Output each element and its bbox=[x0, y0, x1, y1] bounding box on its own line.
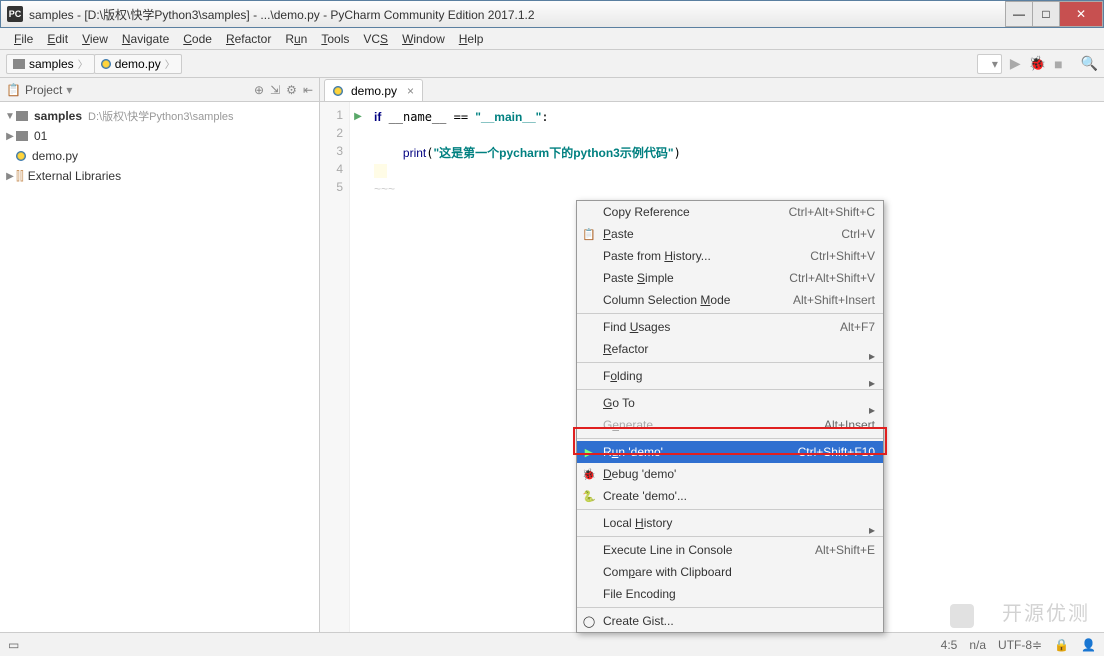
breadcrumb-folder[interactable]: samples bbox=[6, 54, 95, 74]
menu-navigate[interactable]: Navigate bbox=[116, 30, 175, 48]
python-icon: 🐍 bbox=[582, 490, 596, 503]
status-bar: ▭ 4:5 n/a UTF-8≑ 🔒 👤 bbox=[0, 632, 1104, 656]
tree-root-path: D:\版权\快学Python3\samples bbox=[88, 108, 234, 124]
ctx-generate: Generate...Alt+Insert bbox=[577, 414, 883, 436]
ctx-execute-line[interactable]: Execute Line in ConsoleAlt+Shift+E bbox=[577, 539, 883, 561]
main-menubar: File Edit View Navigate Code Refactor Ru… bbox=[0, 28, 1104, 50]
gutter-run-icon[interactable]: ▶ bbox=[350, 108, 366, 126]
stop-button-icon[interactable]: ■ bbox=[1054, 56, 1062, 72]
menu-vcs[interactable]: VCS bbox=[357, 30, 394, 48]
debug-icon: 🐞 bbox=[582, 468, 596, 481]
project-panel-header: 📋 Project ▾ ⊕ ⇲ ⚙ ⇤ bbox=[0, 78, 319, 102]
folder-icon bbox=[13, 59, 25, 69]
status-lock-icon[interactable]: 🔒 bbox=[1054, 638, 1069, 652]
hide-icon[interactable]: ⇤ bbox=[303, 83, 313, 97]
ctx-refactor[interactable]: Refactor bbox=[577, 338, 883, 360]
python-file-icon bbox=[101, 59, 111, 69]
tree-root[interactable]: ▼ samples D:\版权\快学Python3\samples bbox=[0, 106, 319, 126]
menu-file[interactable]: File bbox=[8, 30, 39, 48]
ctx-column-selection[interactable]: Column Selection ModeAlt+Shift+Insert bbox=[577, 289, 883, 311]
expand-icon[interactable]: ▶ bbox=[4, 131, 16, 142]
search-icon[interactable]: 🔍 bbox=[1081, 55, 1098, 72]
menu-code[interactable]: Code bbox=[177, 30, 218, 48]
tab-label: demo.py bbox=[351, 84, 397, 98]
settings-icon[interactable]: ⚙ bbox=[286, 83, 297, 97]
tree-folder-01[interactable]: ▶ 01 bbox=[0, 126, 319, 146]
run-icon: ▶ bbox=[582, 446, 596, 459]
run-button-icon[interactable]: ▶ bbox=[1010, 55, 1021, 72]
folder-icon bbox=[16, 131, 28, 141]
tree-ext-lib-label: External Libraries bbox=[28, 169, 121, 183]
window-titlebar: PC samples - [D:\版权\快学Python3\samples] -… bbox=[0, 0, 1104, 28]
run-gutter: ▶ bbox=[350, 102, 366, 652]
library-icon: ⫿⫿ bbox=[16, 169, 24, 184]
python-file-icon bbox=[16, 151, 26, 161]
line-number-gutter: 12345 bbox=[320, 102, 350, 652]
status-left-icon[interactable]: ▭ bbox=[8, 638, 19, 652]
project-tree[interactable]: ▼ samples D:\版权\快学Python3\samples ▶ 01 d… bbox=[0, 102, 319, 190]
breadcrumb-folder-label: samples bbox=[29, 57, 74, 71]
navigation-toolbar: samples demo.py ▶ 🐞 ■ 🔍 bbox=[0, 50, 1104, 78]
ctx-folding[interactable]: Folding bbox=[577, 365, 883, 387]
folder-icon bbox=[16, 111, 28, 121]
project-tool-window: 📋 Project ▾ ⊕ ⇲ ⚙ ⇤ ▼ samples D:\版权\快学Py… bbox=[0, 78, 320, 652]
menu-view[interactable]: View bbox=[76, 30, 114, 48]
github-icon: ◯ bbox=[582, 615, 596, 628]
tree-external-libraries[interactable]: ▶ ⫿⫿ External Libraries bbox=[0, 166, 319, 186]
ctx-goto[interactable]: Go To bbox=[577, 392, 883, 414]
window-maximize-button[interactable]: □ bbox=[1032, 1, 1060, 27]
python-file-icon bbox=[333, 86, 343, 96]
window-minimize-button[interactable]: — bbox=[1005, 1, 1033, 27]
dropdown-icon[interactable]: ▾ bbox=[66, 83, 72, 97]
window-title: samples - [D:\版权\快学Python3\samples] - ..… bbox=[29, 6, 1006, 23]
tree-folder-label: 01 bbox=[34, 129, 47, 143]
tree-root-name: samples bbox=[34, 109, 82, 123]
breadcrumb-file-label: demo.py bbox=[115, 57, 161, 71]
editor-tab-demo[interactable]: demo.py × bbox=[324, 79, 423, 101]
paste-icon: 📋 bbox=[582, 228, 596, 241]
run-config-dropdown[interactable] bbox=[977, 54, 1002, 74]
breadcrumb-file[interactable]: demo.py bbox=[94, 54, 182, 74]
status-cursor-position[interactable]: 4:5 bbox=[941, 638, 958, 652]
ctx-compare-clipboard[interactable]: Compare with Clipboard bbox=[577, 561, 883, 583]
ctx-create-gist[interactable]: ◯Create Gist... bbox=[577, 610, 883, 632]
tree-file-label: demo.py bbox=[32, 149, 78, 163]
menu-refactor[interactable]: Refactor bbox=[220, 30, 277, 48]
collapse-icon[interactable]: ⊕ bbox=[254, 83, 264, 97]
menu-edit[interactable]: Edit bbox=[41, 30, 74, 48]
close-tab-icon[interactable]: × bbox=[407, 84, 414, 98]
expand-icon[interactable]: ▶ bbox=[4, 171, 16, 182]
ctx-paste-history[interactable]: Paste from History...Ctrl+Shift+V bbox=[577, 245, 883, 267]
status-encoding[interactable]: UTF-8≑ bbox=[998, 638, 1042, 652]
ctx-paste-simple[interactable]: Paste SimpleCtrl+Alt+Shift+V bbox=[577, 267, 883, 289]
ctx-paste[interactable]: 📋PasteCtrl+V bbox=[577, 223, 883, 245]
menu-help[interactable]: Help bbox=[453, 30, 490, 48]
debug-button-icon[interactable]: 🐞 bbox=[1029, 55, 1046, 72]
window-close-button[interactable]: ✕ bbox=[1059, 1, 1103, 27]
scroll-to-icon[interactable]: ⇲ bbox=[270, 83, 280, 97]
app-icon: PC bbox=[7, 6, 23, 22]
ctx-file-encoding[interactable]: File Encoding bbox=[577, 583, 883, 605]
ctx-create-demo[interactable]: 🐍Create 'demo'... bbox=[577, 485, 883, 507]
menu-run[interactable]: Run bbox=[279, 30, 313, 48]
ctx-local-history[interactable]: Local History bbox=[577, 512, 883, 534]
status-hector-icon[interactable]: 👤 bbox=[1081, 638, 1096, 652]
watermark-icon bbox=[950, 604, 974, 628]
ctx-debug-demo[interactable]: 🐞Debug 'demo' bbox=[577, 463, 883, 485]
tree-file-demo[interactable]: demo.py bbox=[0, 146, 319, 166]
ctx-copy-reference[interactable]: Copy ReferenceCtrl+Alt+Shift+C bbox=[577, 201, 883, 223]
ctx-run-demo[interactable]: ▶Run 'demo'Ctrl+Shift+F10 bbox=[577, 441, 883, 463]
watermark-text: 开源优测 bbox=[1002, 597, 1090, 626]
expand-icon[interactable]: ▼ bbox=[4, 111, 16, 122]
editor-tabs: demo.py × bbox=[320, 78, 1104, 102]
editor-context-menu: Copy ReferenceCtrl+Alt+Shift+C 📋PasteCtr… bbox=[576, 200, 884, 633]
ctx-find-usages[interactable]: Find UsagesAlt+F7 bbox=[577, 316, 883, 338]
project-icon: 📋 bbox=[6, 83, 21, 97]
project-label[interactable]: Project bbox=[25, 83, 62, 97]
menu-window[interactable]: Window bbox=[396, 30, 451, 48]
status-linesep[interactable]: n/a bbox=[969, 638, 986, 652]
menu-tools[interactable]: Tools bbox=[315, 30, 355, 48]
